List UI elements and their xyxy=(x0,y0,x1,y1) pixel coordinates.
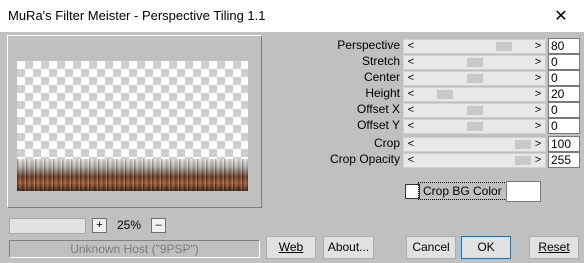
value-height[interactable]: 20 xyxy=(548,86,580,102)
arrow-right-icon[interactable]: > xyxy=(531,87,545,101)
value-offset-x[interactable]: 0 xyxy=(548,102,580,118)
arrow-left-icon[interactable]: < xyxy=(404,137,418,151)
ok-button[interactable]: OK xyxy=(461,236,511,259)
arrow-right-icon[interactable]: > xyxy=(531,137,545,151)
slider-stretch[interactable]: < > xyxy=(403,55,546,70)
window-title: MuRa's Filter Meister - Perspective Tili… xyxy=(8,8,266,23)
value-stretch[interactable]: 0 xyxy=(548,54,580,70)
arrow-left-icon[interactable]: < xyxy=(404,103,418,117)
arrow-left-icon[interactable]: < xyxy=(404,153,418,167)
arrow-left-icon[interactable]: < xyxy=(404,119,418,133)
zoom-out-button[interactable]: – xyxy=(151,218,166,233)
slider-thumb[interactable] xyxy=(466,122,483,131)
arrow-left-icon[interactable]: < xyxy=(404,39,418,53)
slider-thumb[interactable] xyxy=(515,140,531,149)
arrow-right-icon[interactable]: > xyxy=(531,39,545,53)
slider-thumb[interactable] xyxy=(515,156,531,165)
slider-thumb[interactable] xyxy=(437,90,454,99)
preview-panel xyxy=(7,35,262,208)
value-offset-y[interactable]: 0 xyxy=(548,118,580,134)
slider-height[interactable]: < > xyxy=(403,87,546,102)
preview-image[interactable] xyxy=(17,61,248,191)
web-button[interactable]: Web xyxy=(266,236,316,259)
tile-floor-graphic xyxy=(17,159,248,191)
value-crop-opacity[interactable]: 255 xyxy=(548,152,580,168)
label-perspective: Perspective xyxy=(337,38,400,52)
slider-thumb[interactable] xyxy=(466,74,483,83)
label-height: Height xyxy=(365,86,400,100)
cancel-button[interactable]: Cancel xyxy=(406,236,456,259)
value-center[interactable]: 0 xyxy=(548,70,580,86)
slider-thumb[interactable] xyxy=(495,42,512,51)
zoom-value: 25% xyxy=(117,218,142,232)
arrow-left-icon[interactable]: < xyxy=(404,71,418,85)
arrow-right-icon[interactable]: > xyxy=(531,103,545,117)
web-button-label: Web xyxy=(278,240,304,254)
label-stretch: Stretch xyxy=(361,54,400,68)
arrow-right-icon[interactable]: > xyxy=(531,153,545,167)
zoom-in-button[interactable]: + xyxy=(92,218,107,233)
label-center: Center xyxy=(363,70,400,84)
slider-offset-y[interactable]: < > xyxy=(403,119,546,134)
crop-bg-label[interactable]: Crop BG Color xyxy=(418,182,507,200)
about-button[interactable]: About... xyxy=(323,236,374,259)
slider-perspective[interactable]: < > xyxy=(403,39,546,54)
label-crop: Crop xyxy=(373,136,400,150)
reset-button-label: Reset xyxy=(538,240,570,254)
arrow-right-icon[interactable]: > xyxy=(531,55,545,69)
title-bar: MuRa's Filter Meister - Perspective Tili… xyxy=(0,0,584,32)
arrow-right-icon[interactable]: > xyxy=(531,71,545,85)
label-crop-opacity: Crop Opacity xyxy=(329,152,400,166)
slider-crop[interactable]: < > xyxy=(403,137,546,152)
arrow-left-icon[interactable]: < xyxy=(404,55,418,69)
arrow-right-icon[interactable]: > xyxy=(531,119,545,133)
value-perspective[interactable]: 80 xyxy=(548,38,580,54)
arrow-left-icon[interactable]: < xyxy=(404,87,418,101)
value-crop[interactable]: 100 xyxy=(548,136,580,152)
close-icon[interactable]: ✕ xyxy=(538,0,584,32)
zoom-track xyxy=(9,218,86,234)
slider-thumb[interactable] xyxy=(466,58,483,67)
slider-crop-opacity[interactable]: < > xyxy=(403,153,546,168)
label-offset-y: Offset Y xyxy=(357,118,400,132)
crop-bg-color-swatch[interactable] xyxy=(506,181,541,202)
host-status: Unknown Host ("9PSP") xyxy=(9,240,260,258)
slider-center[interactable]: < > xyxy=(403,71,546,86)
label-offset-x: Offset X xyxy=(356,102,400,116)
reset-button[interactable]: Reset xyxy=(529,236,579,259)
slider-thumb[interactable] xyxy=(466,106,483,115)
slider-offset-x[interactable]: < > xyxy=(403,103,546,118)
